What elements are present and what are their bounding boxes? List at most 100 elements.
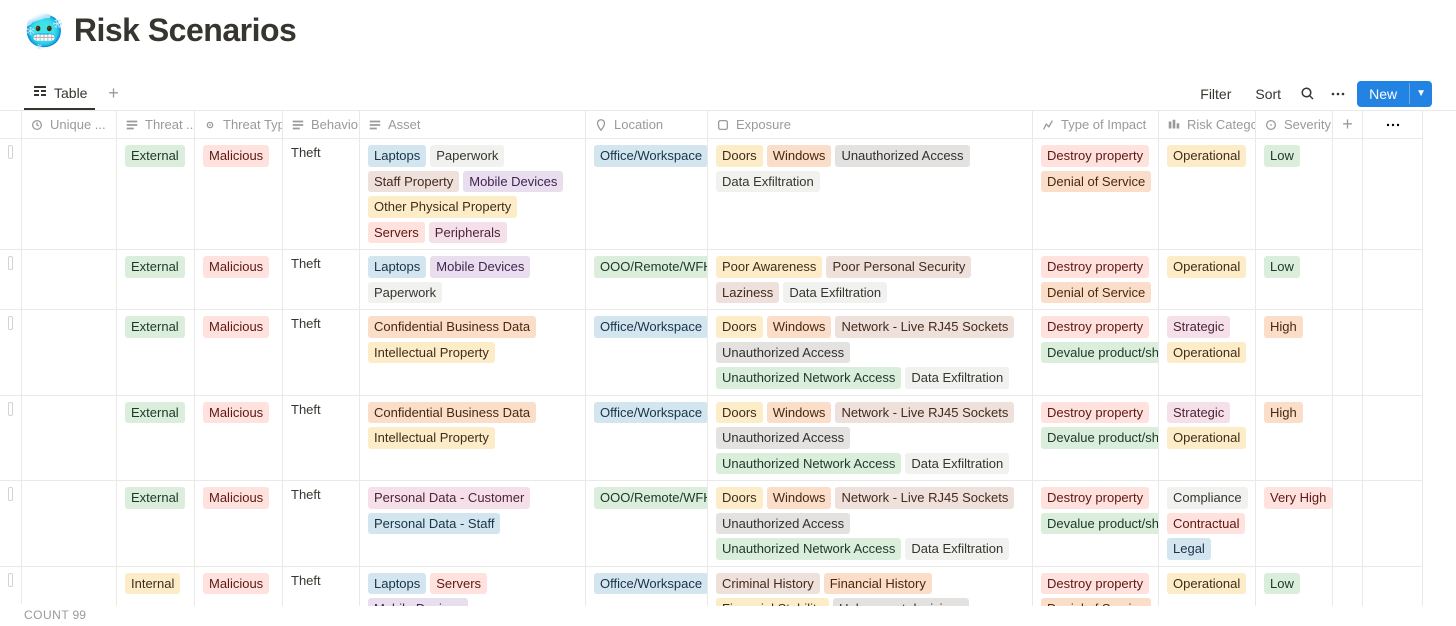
tag[interactable]: External xyxy=(125,316,185,338)
tag[interactable]: Criminal History xyxy=(716,573,820,595)
cell[interactable] xyxy=(1363,481,1423,567)
cell[interactable]: High xyxy=(1256,396,1333,482)
tag[interactable]: Paperwork xyxy=(368,282,442,304)
tag[interactable]: Malicious xyxy=(203,487,269,509)
cell[interactable] xyxy=(0,481,22,567)
cell[interactable]: Theft xyxy=(283,396,360,482)
tag[interactable]: Compliance xyxy=(1167,487,1248,509)
row-checkbox[interactable] xyxy=(8,487,13,501)
cell[interactable] xyxy=(1363,139,1423,250)
cell[interactable]: Theft xyxy=(283,250,360,310)
cell[interactable] xyxy=(1333,139,1363,250)
tag[interactable]: Unauthorized Access xyxy=(835,145,969,167)
tag[interactable]: Malicious xyxy=(203,402,269,424)
cell[interactable]: Theft xyxy=(283,567,360,607)
cell[interactable]: Theft xyxy=(283,139,360,250)
filter-button[interactable]: Filter xyxy=(1192,82,1239,106)
cell[interactable] xyxy=(22,396,117,482)
cell[interactable]: LaptopsPaperworkStaff PropertyMobile Dev… xyxy=(360,139,586,250)
cell[interactable]: Theft xyxy=(283,310,360,396)
cell[interactable] xyxy=(22,567,117,607)
tag[interactable]: Laptops xyxy=(368,573,426,595)
column-header[interactable]: Behavio... xyxy=(283,111,360,139)
tag[interactable]: OOO/Remote/WFH xyxy=(594,256,708,278)
tag[interactable]: Devalue product/sh... xyxy=(1041,342,1159,364)
tag[interactable]: Legal xyxy=(1167,538,1211,560)
cell[interactable] xyxy=(0,396,22,482)
cell[interactable]: Malicious xyxy=(195,139,283,250)
cell[interactable]: Destroy propertyDenial of Service xyxy=(1033,250,1159,310)
cell[interactable] xyxy=(0,139,22,250)
tag[interactable]: Financial Stability xyxy=(716,598,829,606)
cell[interactable]: Office/Workspace xyxy=(586,567,708,607)
chevron-down-icon[interactable]: ▼ xyxy=(1409,83,1432,104)
column-header[interactable]: Location xyxy=(586,111,708,139)
tag[interactable]: High xyxy=(1264,402,1303,424)
cell[interactable] xyxy=(0,310,22,396)
cell[interactable]: ComplianceContractualLegal xyxy=(1159,481,1256,567)
row-checkbox[interactable] xyxy=(8,316,13,330)
tag[interactable]: Denial of Service xyxy=(1041,171,1151,193)
tag[interactable]: External xyxy=(125,256,185,278)
tag[interactable]: Destroy property xyxy=(1041,573,1149,595)
cell[interactable]: External xyxy=(117,481,195,567)
row-checkbox[interactable] xyxy=(8,256,13,270)
cell[interactable]: Very High xyxy=(1256,481,1333,567)
tag[interactable]: Internal xyxy=(125,573,180,595)
tag[interactable]: Low xyxy=(1264,256,1300,278)
column-header[interactable]: Asset xyxy=(360,111,586,139)
page-title[interactable]: Risk Scenarios xyxy=(74,12,296,49)
tag[interactable]: Laziness xyxy=(716,282,779,304)
tag[interactable]: Servers xyxy=(368,222,425,244)
cell[interactable] xyxy=(1333,481,1363,567)
tag[interactable]: Paperwork xyxy=(430,145,504,167)
column-header[interactable] xyxy=(0,111,22,139)
cell[interactable] xyxy=(22,310,117,396)
tag[interactable]: Unauthorized Network Access xyxy=(716,453,901,475)
add-view-button[interactable]: + xyxy=(101,82,125,106)
tag[interactable]: Data Exfiltration xyxy=(905,453,1009,475)
tag[interactable]: Operational xyxy=(1167,256,1246,278)
tag[interactable]: Network - Live RJ45 Sockets xyxy=(835,316,1014,338)
tag[interactable]: Poor Awareness xyxy=(716,256,822,278)
tag[interactable]: Unhappy at decisions xyxy=(833,598,969,606)
tag[interactable]: Staff Property xyxy=(368,171,459,193)
cell[interactable] xyxy=(22,481,117,567)
cell[interactable]: Operational xyxy=(1159,250,1256,310)
page-icon[interactable]: 🥶 xyxy=(24,15,64,47)
column-header[interactable]: Threat ... xyxy=(117,111,195,139)
cell[interactable]: Office/Workspace xyxy=(586,310,708,396)
tag[interactable]: Denial of Service xyxy=(1041,598,1151,606)
tag[interactable]: Strategic xyxy=(1167,402,1230,424)
cell[interactable]: External xyxy=(117,250,195,310)
tag[interactable]: Data Exfiltration xyxy=(905,538,1009,560)
cell[interactable] xyxy=(22,250,117,310)
cell[interactable]: Confidential Business DataIntellectual P… xyxy=(360,310,586,396)
cell[interactable]: DoorsWindowsUnauthorized AccessData Exfi… xyxy=(708,139,1033,250)
cell[interactable]: LaptopsServersMobile DevicesOther Physic… xyxy=(360,567,586,607)
more-icon[interactable] xyxy=(1363,111,1423,139)
tag[interactable]: Peripherals xyxy=(429,222,507,244)
tag[interactable]: Operational xyxy=(1167,342,1246,364)
cell[interactable]: External xyxy=(117,396,195,482)
tag[interactable]: Windows xyxy=(767,145,832,167)
cell[interactable] xyxy=(1333,396,1363,482)
tag[interactable]: Low xyxy=(1264,145,1300,167)
cell[interactable]: External xyxy=(117,139,195,250)
tag[interactable]: Confidential Business Data xyxy=(368,402,536,424)
cell[interactable] xyxy=(1363,250,1423,310)
cell[interactable]: Confidential Business DataIntellectual P… xyxy=(360,396,586,482)
cell[interactable] xyxy=(1333,567,1363,607)
tab-table[interactable]: Table xyxy=(24,77,95,110)
tag[interactable]: High xyxy=(1264,316,1303,338)
tag[interactable]: Unauthorized Access xyxy=(716,342,850,364)
tag[interactable]: External xyxy=(125,145,185,167)
tag[interactable]: Network - Live RJ45 Sockets xyxy=(835,487,1014,509)
cell[interactable] xyxy=(1333,250,1363,310)
cell[interactable] xyxy=(1363,310,1423,396)
cell[interactable]: DoorsWindowsNetwork - Live RJ45 SocketsU… xyxy=(708,481,1033,567)
plus-icon[interactable]: + xyxy=(1333,111,1363,139)
cell[interactable] xyxy=(1363,396,1423,482)
tag[interactable]: Destroy property xyxy=(1041,487,1149,509)
cell[interactable] xyxy=(1333,310,1363,396)
